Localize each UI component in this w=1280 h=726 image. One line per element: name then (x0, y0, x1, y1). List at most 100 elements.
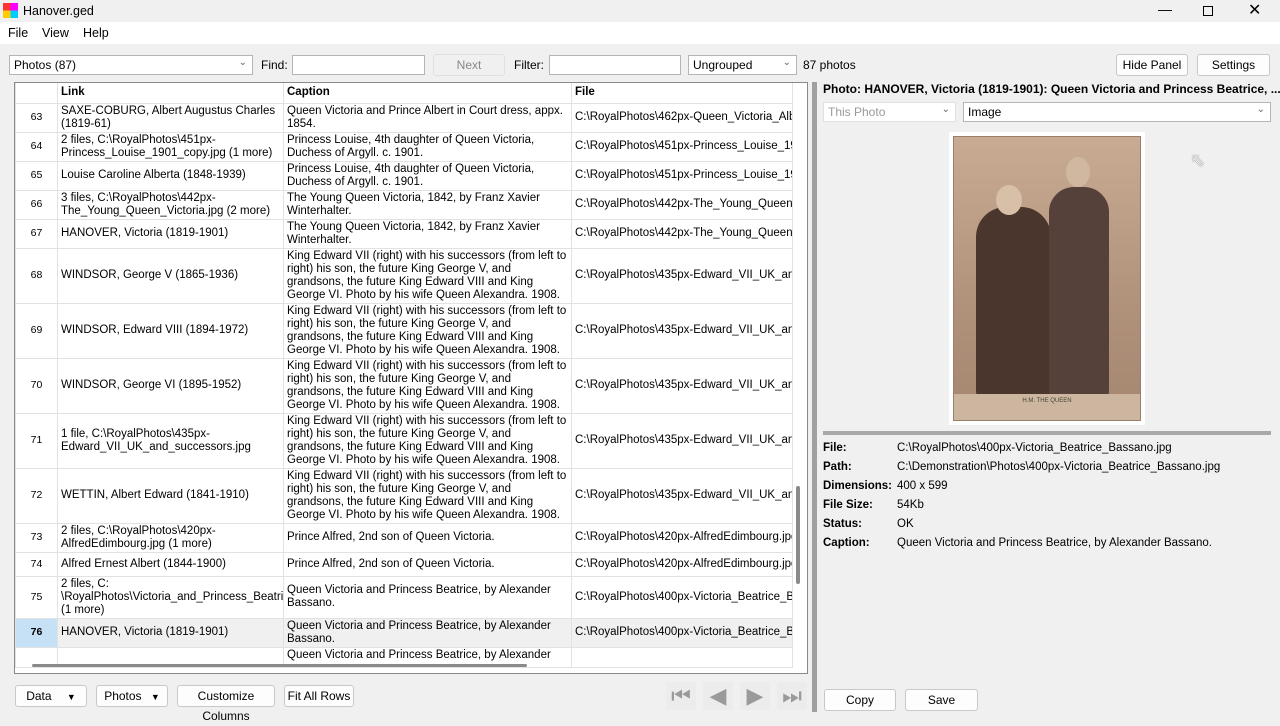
row-number[interactable]: 64 (15, 131, 58, 162)
row-number[interactable]: 66 (15, 189, 58, 220)
menu-file[interactable]: File (8, 26, 28, 40)
link-cell[interactable]: 1 file, C:\RoyalPhotos\435px-Edward_VII_… (57, 412, 284, 469)
caption-cell[interactable]: Queen Victoria and Prince Albert in Cour… (283, 102, 572, 133)
file-cell[interactable]: C:\RoyalPhotos\435px-Edward_VII_UK_and_ (571, 357, 793, 414)
link-cell[interactable]: 2 files, C:\RoyalPhotos\451px-Princess_L… (57, 131, 284, 162)
customize-columns-button[interactable]: Customize Columns (177, 685, 275, 723)
save-button[interactable]: Save (905, 689, 978, 711)
settings-button[interactable]: Settings (1197, 54, 1270, 76)
table-row[interactable]: 68 WINDSOR, George V (1865-1936) King Edwa… (15, 247, 793, 304)
caption-cell[interactable]: King Edward VII (right) with his success… (283, 467, 572, 524)
caption-cell[interactable]: Prince Alfred, 2nd son of Queen Victoria… (283, 551, 572, 577)
panel-splitter[interactable] (812, 82, 817, 712)
next-button[interactable]: Next (433, 54, 505, 76)
data-menu-button[interactable]: Data ▼ (15, 685, 87, 707)
copy-button[interactable]: Copy (824, 689, 896, 711)
link-cell[interactable]: Louise Caroline Alberta (1848-1939) (57, 160, 284, 191)
caption-cell[interactable]: Queen Victoria and Princess Beatrice, by… (283, 575, 572, 619)
row-number[interactable]: 71 (15, 412, 58, 469)
file-cell[interactable]: C:\RoyalPhotos\451px-Princess_Louise_190… (571, 131, 793, 162)
caption-cell[interactable]: King Edward VII (right) with his success… (283, 247, 572, 304)
caption-cell[interactable]: The Young Queen Victoria, 1842, by Franz… (283, 218, 572, 249)
next-record-icon[interactable]: ▶ (740, 682, 770, 710)
file-cell[interactable]: C:\RoyalPhotos\435px-Edward_VII_UK_and_ (571, 247, 793, 304)
view-select[interactable]: Photos (87) ⌄ (9, 55, 253, 75)
table-row[interactable]: 70 WINDSOR, George VI (1895-1952) King Edw… (15, 357, 793, 414)
minimize-button[interactable]: — (1158, 1, 1172, 17)
mode-select[interactable]: Image ⌄ (963, 102, 1271, 122)
column-header-num[interactable] (15, 83, 58, 104)
row-number[interactable]: 63 (15, 102, 58, 133)
table-row[interactable]: 64 2 files, C:\RoyalPhotos\451px-Princess… (15, 131, 793, 162)
row-number[interactable]: 76 (15, 617, 58, 648)
link-cell[interactable]: HANOVER, Victoria (1819-1901) (57, 218, 284, 249)
table-row[interactable]: 74 Alfred Ernest Albert (1844-1900) Prince… (15, 551, 793, 577)
link-cell[interactable]: WETTIN, Albert Edward (1841-1910) (57, 467, 284, 524)
column-header-link[interactable]: Link (57, 83, 284, 104)
row-number[interactable]: 68 (15, 247, 58, 304)
file-cell[interactable]: C:\RoyalPhotos\442px-The_Young_Queen_V (571, 218, 793, 249)
row-number[interactable]: 65 (15, 160, 58, 191)
file-cell[interactable]: C:\RoyalPhotos\435px-Edward_VII_UK_and_ (571, 467, 793, 524)
row-number[interactable]: 75 (15, 575, 58, 619)
file-cell[interactable]: C:\RoyalPhotos\420px-AlfredEdimbourg.jpg (571, 551, 793, 577)
link-cell[interactable]: HANOVER, Victoria (1819-1901) (57, 617, 284, 648)
row-number[interactable]: 67 (15, 218, 58, 249)
file-cell[interactable]: C:\RoyalPhotos\400px-Victoria_Beatrice_B… (571, 575, 793, 619)
row-number[interactable]: 74 (15, 551, 58, 577)
first-record-icon[interactable]: ⏮ (666, 682, 696, 710)
link-cell[interactable]: Alfred Ernest Albert (1844-1900) (57, 551, 284, 577)
file-cell[interactable]: C:\RoyalPhotos\462px-Queen_Victoria_Albe… (571, 102, 793, 133)
table-row[interactable]: 66 3 files, C:\RoyalPhotos\442px-The_Youn… (15, 189, 793, 220)
photos-menu-button[interactable]: Photos ▼ (96, 685, 168, 707)
table-row[interactable]: 75 2 files, C: \RoyalPhotos\Victoria_and_… (15, 575, 793, 619)
link-cell[interactable]: 2 files, C: \RoyalPhotos\Victoria_and_Pr… (57, 575, 284, 619)
caption-cell[interactable]: Queen Victoria and Princess Beatrice, by… (283, 617, 572, 648)
table-row[interactable]: 67 HANOVER, Victoria (1819-1901) The Young… (15, 218, 793, 249)
file-cell[interactable] (571, 646, 793, 668)
previous-record-icon[interactable]: ◀ (703, 682, 733, 710)
caption-cell[interactable]: King Edward VII (right) with his success… (283, 302, 572, 359)
column-header-caption[interactable]: Caption (283, 83, 572, 104)
file-cell[interactable]: C:\RoyalPhotos\400px-Victoria_Beatrice_B… (571, 617, 793, 648)
link-cell[interactable]: WINDSOR, George V (1865-1936) (57, 247, 284, 304)
link-cell[interactable]: WINDSOR, Edward VIII (1894-1972) (57, 302, 284, 359)
table-row[interactable]: 63 SAXE-COBURG, Albert Augustus Charles (… (15, 102, 793, 133)
caption-cell[interactable]: King Edward VII (right) with his success… (283, 412, 572, 469)
panel-divider[interactable] (823, 431, 1271, 435)
table-row[interactable]: 69 WINDSOR, Edward VIII (1894-1972) King E… (15, 302, 793, 359)
row-number[interactable]: 72 (15, 467, 58, 524)
horizontal-scrollbar[interactable] (32, 664, 527, 667)
link-cell[interactable]: 3 files, C:\RoyalPhotos\442px-The_Young_… (57, 189, 284, 220)
caption-cell[interactable]: King Edward VII (right) with his success… (283, 357, 572, 414)
link-cell[interactable]: SAXE-COBURG, Albert Augustus Charles (18… (57, 102, 284, 133)
table-row[interactable]: 72 WETTIN, Albert Edward (1841-1910) King … (15, 467, 793, 524)
group-select[interactable]: Ungrouped ⌄ (688, 55, 797, 75)
last-record-icon[interactable]: ⏭ (777, 682, 807, 710)
find-input[interactable] (292, 55, 425, 75)
row-number[interactable]: 70 (15, 357, 58, 414)
caption-cell[interactable]: Prince Alfred, 2nd son of Queen Victoria… (283, 522, 572, 553)
table-row[interactable]: 73 2 files, C:\RoyalPhotos\420px-AlfredEd… (15, 522, 793, 553)
menu-view[interactable]: View (42, 26, 69, 40)
maximize-button[interactable] (1203, 6, 1213, 16)
vertical-scrollbar[interactable] (796, 486, 800, 584)
table-row[interactable]: 65 Louise Caroline Alberta (1848-1939) Pri… (15, 160, 793, 191)
link-cell[interactable]: WINDSOR, George VI (1895-1952) (57, 357, 284, 414)
file-cell[interactable]: C:\RoyalPhotos\442px-The_Young_Queen_V (571, 189, 793, 220)
row-number[interactable]: 73 (15, 522, 58, 553)
fit-all-rows-button[interactable]: Fit All Rows (284, 685, 354, 707)
row-number[interactable]: 69 (15, 302, 58, 359)
file-cell[interactable]: C:\RoyalPhotos\435px-Edward_VII_UK_and_ (571, 412, 793, 469)
hide-panel-button[interactable]: Hide Panel (1116, 54, 1188, 76)
column-header-file[interactable]: File (571, 83, 793, 104)
filter-input[interactable] (549, 55, 681, 75)
file-cell[interactable]: C:\RoyalPhotos\420px-AlfredEdimbourg.jpg (571, 522, 793, 553)
scope-select[interactable]: This Photo ⌄ (823, 102, 956, 122)
file-cell[interactable]: C:\RoyalPhotos\435px-Edward_VII_UK_and_ (571, 302, 793, 359)
table-row[interactable]: 76 HANOVER, Victoria (1819-1901) Queen Vic… (15, 617, 793, 648)
table-row[interactable]: 71 1 file, C:\RoyalPhotos\435px-Edward_VI… (15, 412, 793, 469)
link-cell[interactable]: 2 files, C:\RoyalPhotos\420px-AlfredEdim… (57, 522, 284, 553)
close-button[interactable]: ✕ (1248, 0, 1261, 20)
caption-cell[interactable]: Princess Louise, 4th daughter of Queen V… (283, 160, 572, 191)
